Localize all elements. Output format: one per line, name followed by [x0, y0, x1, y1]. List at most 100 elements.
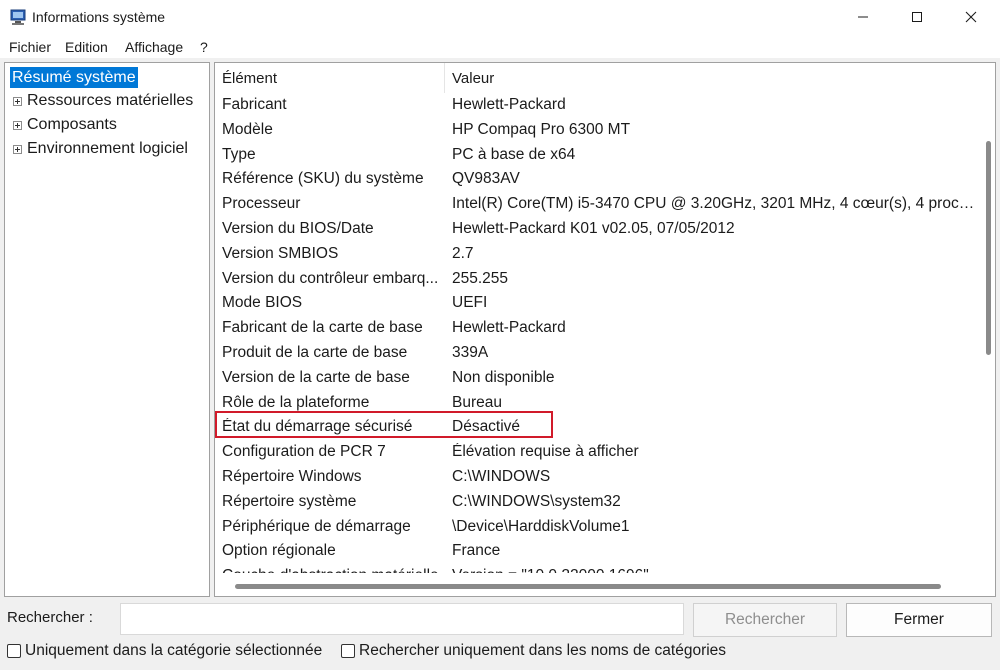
table-row[interactable]: Configuration de PCR 7 Élévation requise …: [215, 440, 981, 465]
cell-element: Configuration de PCR 7: [222, 443, 386, 461]
tree-item-label: Ressources matérielles: [27, 92, 194, 109]
cell-value: Désactivé: [452, 418, 521, 436]
cell-element: Rôle de la plateforme: [222, 393, 370, 411]
option-category-names[interactable]: Rechercher uniquement dans les noms de c…: [341, 642, 726, 660]
cell-value: \Device\HarddiskVolume1: [452, 517, 630, 535]
column-divider[interactable]: [444, 63, 445, 93]
cell-value: Bureau: [452, 393, 502, 411]
cell-value: HP Compaq Pro 6300 MT: [452, 120, 631, 138]
cell-value: Hewlett-Packard: [452, 96, 566, 113]
table-row[interactable]: Périphérique de démarrage \Device\Harddis…: [215, 515, 981, 540]
minimize-icon: [857, 10, 869, 27]
table-row[interactable]: Répertoire Windows C:\WINDOWS: [215, 465, 981, 490]
cell-element: Mode BIOS: [222, 294, 303, 312]
cell-element: État du démarrage sécurisé: [222, 418, 413, 436]
cell-element: Référence (SKU) du système: [222, 170, 424, 188]
table-row[interactable]: Version de la carte de base Non disponibl…: [215, 366, 981, 391]
cell-element: Fabricant: [222, 96, 287, 113]
maximize-button[interactable]: [894, 0, 940, 36]
table-row[interactable]: Modèle HP Compaq Pro 6300 MT: [215, 118, 981, 143]
cell-element: Option régionale: [222, 542, 336, 560]
table-row[interactable]: Type PC à base de x64: [215, 143, 981, 168]
cell-value: Version = "10.0.22000.1696": [452, 567, 978, 573]
cell-value: 339A: [452, 344, 489, 361]
system-info-icon: [10, 9, 28, 26]
table-row[interactable]: Répertoire système C:\WINDOWS\system32: [215, 490, 981, 515]
table-row[interactable]: Version du contrôleur embarq... 255.255: [215, 267, 981, 292]
details-list[interactable]: Élément Valeur Fabricant Hewlett-Packard M…: [214, 62, 996, 597]
cell-value: 2.7: [452, 244, 474, 262]
cell-value: France: [452, 542, 501, 560]
table-row[interactable]: Rôle de la plateforme Bureau: [215, 391, 981, 416]
cell-element: Version de la carte de base: [222, 368, 410, 386]
selected-category-checkbox[interactable]: [7, 644, 21, 658]
column-header-value[interactable]: Valeur: [452, 70, 494, 87]
cell-element: Type: [222, 145, 256, 163]
tree-item-system-summary[interactable]: Résumé système: [10, 67, 138, 88]
window-title: Informations système: [32, 9, 166, 25]
cell-value: 255.255: [452, 269, 509, 287]
vertical-scrollbar[interactable]: [981, 63, 995, 578]
cell-value: Intel(R) Core(TM) i5-3470 CPU @ 3.20GHz,…: [452, 195, 978, 213]
table-row[interactable]: Fabricant de la carte de base Hewlett-Pac…: [215, 316, 981, 341]
table-row[interactable]: État du démarrage sécurisé Désactivé: [215, 415, 981, 440]
expand-icon[interactable]: [13, 120, 22, 130]
column-header-element[interactable]: Élément: [222, 70, 277, 87]
minimize-button[interactable]: [840, 0, 886, 36]
cell-element: Fabricant de la carte de base: [222, 319, 423, 337]
table-row[interactable]: Processeur Intel(R) Core(TM) i5-3470 CPU …: [215, 192, 981, 217]
category-tree[interactable]: Résumé système Ressources matérielles Co…: [4, 62, 210, 597]
cell-value: Hewlett-Packard K01 v02.05, 07/05/2012: [452, 220, 735, 237]
close-button[interactable]: Fermer: [846, 603, 992, 637]
cell-element: Répertoire Windows: [222, 468, 362, 485]
cell-element: Produit de la carte de base: [222, 344, 408, 361]
cell-value: Non disponible: [452, 368, 555, 386]
menu-edition[interactable]: Edition: [65, 39, 108, 55]
vertical-scroll-thumb[interactable]: [986, 141, 991, 355]
cell-value: UEFI: [452, 294, 488, 312]
table-row[interactable]: Version SMBIOS 2.7: [215, 242, 981, 267]
tree-item-software-environment[interactable]: Environnement logiciel: [13, 138, 188, 160]
table-row[interactable]: Version du BIOS/Date Hewlett-Packard K01 …: [215, 217, 981, 242]
tree-item-label: Composants: [27, 116, 117, 133]
tree-item-hardware-resources[interactable]: Ressources matérielles: [13, 90, 193, 112]
cell-value: QV983AV: [452, 170, 520, 188]
close-icon: [965, 10, 977, 27]
selected-category-label: Uniquement dans la catégorie sélectionné…: [25, 642, 323, 659]
table-row[interactable]: Option régionale France: [215, 539, 981, 564]
option-selected-category[interactable]: Uniquement dans la catégorie sélectionné…: [7, 642, 322, 660]
table-rows: Fabricant Hewlett-Packard Modèle HP Compaq …: [215, 93, 981, 573]
search-input[interactable]: [120, 603, 684, 635]
cell-element: Processeur: [222, 195, 301, 213]
cell-element: Version du contrôleur embarq...: [222, 269, 439, 287]
cell-element: Répertoire système: [222, 492, 357, 510]
expand-icon[interactable]: [13, 144, 22, 154]
table-row[interactable]: Fabricant Hewlett-Packard: [215, 93, 981, 118]
cell-element: Périphérique de démarrage: [222, 517, 411, 535]
table-row[interactable]: Mode BIOS UEFI: [215, 291, 981, 316]
horizontal-scroll-thumb[interactable]: [235, 584, 941, 589]
table-row[interactable]: Produit de la carte de base 339A: [215, 341, 981, 366]
menu-affichage[interactable]: Affichage: [125, 39, 183, 55]
close-window-button[interactable]: [948, 0, 994, 36]
search-button[interactable]: Rechercher: [693, 603, 837, 637]
title-bar: Informations système: [0, 0, 1000, 36]
list-header: Élément Valeur: [215, 63, 981, 93]
horizontal-scrollbar[interactable]: [215, 578, 981, 596]
cell-element: Couche d'abstraction matérielle: [222, 567, 444, 573]
tree-item-components[interactable]: Composants: [13, 114, 117, 136]
category-names-checkbox[interactable]: [341, 644, 355, 658]
table-row[interactable]: Couche d'abstraction matérielle Version =…: [215, 564, 981, 573]
cell-value: Hewlett-Packard: [452, 319, 566, 337]
table-row[interactable]: Référence (SKU) du système QV983AV: [215, 167, 981, 192]
menu-help[interactable]: ?: [200, 39, 208, 55]
cell-value: C:\WINDOWS\system32: [452, 492, 621, 510]
cell-element: Modèle: [222, 120, 273, 138]
cell-element: Version du BIOS/Date: [222, 220, 374, 237]
expand-icon[interactable]: [13, 96, 22, 106]
cell-value: C:\WINDOWS: [452, 468, 551, 485]
cell-value: PC à base de x64: [452, 145, 576, 163]
tree-item-label: Environnement logiciel: [27, 140, 188, 157]
category-names-label: Rechercher uniquement dans les noms de c…: [359, 642, 727, 659]
menu-fichier[interactable]: Fichier: [9, 39, 51, 55]
